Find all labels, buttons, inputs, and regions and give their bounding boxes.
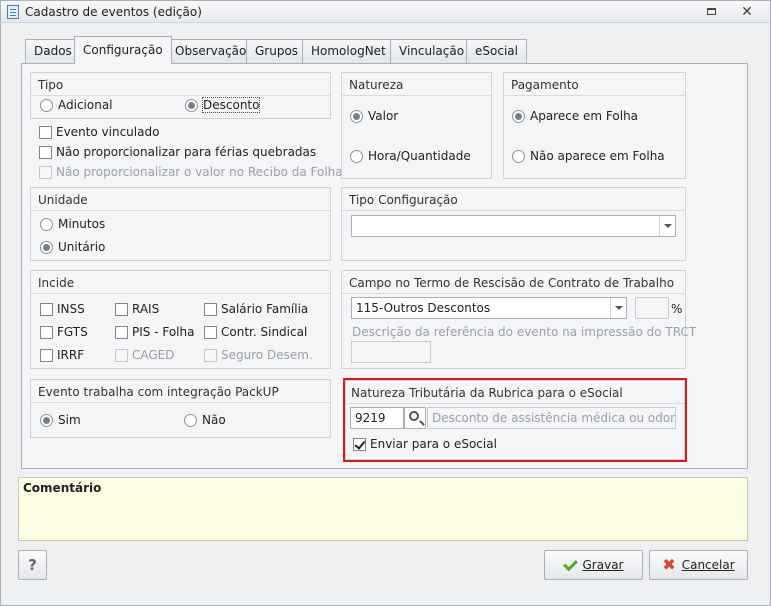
unidade-group: Unidade Minutos Unitário bbox=[30, 187, 331, 261]
checkbox-icon bbox=[115, 326, 128, 339]
natureza-group-title: Natureza bbox=[349, 78, 404, 92]
search-icon bbox=[409, 411, 419, 421]
tab-homolognet[interactable]: HomologNet bbox=[302, 39, 395, 63]
esocial-description-input[interactable]: Desconto de assistência médica ou odonto… bbox=[427, 407, 676, 429]
packup-group: Evento trabalha com integração PackUP Si… bbox=[30, 379, 331, 438]
pagamento-group-title: Pagamento bbox=[511, 78, 579, 92]
tipo-group: Tipo Adicional Desconto bbox=[30, 72, 331, 119]
incide-irrf-checkbox[interactable]: IRRF bbox=[40, 347, 84, 363]
restore-button[interactable] bbox=[702, 4, 720, 20]
cancel-icon: ✖ bbox=[662, 555, 676, 574]
checkbox-icon bbox=[204, 326, 217, 339]
tab-configuracao[interactable]: Configuração bbox=[74, 36, 172, 64]
tipo-configuracao-group: Tipo Configuração bbox=[341, 187, 686, 261]
incide-contr-sindical-checkbox[interactable]: Contr. Sindical bbox=[204, 324, 307, 340]
tipo-desconto-radio[interactable]: Desconto bbox=[185, 97, 261, 113]
tab-observacao[interactable]: Observação bbox=[166, 39, 256, 63]
incide-inss-checkbox[interactable]: INSS bbox=[40, 301, 85, 317]
percent-label: % bbox=[671, 302, 683, 316]
radio-selected-icon bbox=[350, 110, 363, 123]
packup-nao-radio[interactable]: Não bbox=[184, 412, 226, 428]
radio-selected-icon bbox=[512, 110, 525, 123]
incide-group: Incide INSS RAIS Salário Família FGTS PI… bbox=[30, 270, 331, 369]
trct-group-title: Campo no Termo de Rescisão de Contrato d… bbox=[349, 276, 675, 290]
tab-grupos[interactable]: Grupos bbox=[246, 39, 308, 63]
nao-proporcionalizar-ferias-checkbox[interactable]: Não proporcionalizar para férias quebrad… bbox=[39, 144, 316, 160]
restore-icon bbox=[706, 8, 716, 15]
chevron-down-icon[interactable] bbox=[659, 216, 675, 236]
trct-desc-label: Descrição da referência do evento na imp… bbox=[352, 325, 697, 339]
checkbox-icon bbox=[39, 126, 52, 139]
pagamento-group: Pagamento Aparece em Folha Não aparece e… bbox=[503, 72, 686, 179]
comment-area[interactable]: Comentário bbox=[18, 477, 748, 541]
tab-dados[interactable]: Dados bbox=[25, 39, 81, 63]
checkbox-icon bbox=[40, 326, 53, 339]
radio-selected-icon bbox=[40, 241, 53, 254]
tipo-group-title: Tipo bbox=[38, 78, 64, 92]
radio-selected-icon bbox=[40, 414, 53, 427]
radio-icon bbox=[350, 150, 363, 163]
help-button[interactable]: ? bbox=[18, 550, 47, 580]
incide-seguro-desem-checkbox[interactable]: Seguro Desem. bbox=[204, 347, 313, 363]
incide-caged-checkbox[interactable]: CAGED bbox=[115, 347, 175, 363]
radio-icon bbox=[40, 218, 53, 231]
pagamento-nao-aparece-radio[interactable]: Não aparece em Folha bbox=[512, 148, 665, 164]
checkbox-icon bbox=[39, 166, 52, 179]
trct-group: Campo no Termo de Rescisão de Contrato d… bbox=[341, 270, 696, 369]
natureza-group: Natureza Valor Hora/Quantidade bbox=[341, 72, 492, 179]
close-icon: ✕ bbox=[741, 4, 753, 20]
checkbox-icon bbox=[115, 349, 128, 362]
enviar-esocial-checkbox[interactable]: Enviar para o eSocial bbox=[353, 436, 497, 452]
comment-label: Comentário bbox=[23, 481, 102, 495]
tipo-configuracao-select[interactable] bbox=[351, 215, 676, 237]
chevron-down-icon[interactable] bbox=[610, 298, 626, 318]
check-icon bbox=[562, 556, 578, 572]
checkbox-icon bbox=[204, 349, 217, 362]
pagamento-aparece-radio[interactable]: Aparece em Folha bbox=[512, 108, 638, 124]
checkbox-checked-icon bbox=[353, 438, 366, 451]
trct-campo-select[interactable]: 115-Outros Descontos bbox=[351, 297, 627, 319]
radio-icon bbox=[512, 150, 525, 163]
radio-selected-icon bbox=[185, 99, 198, 112]
incide-salario-familia-checkbox[interactable]: Salário Família bbox=[204, 301, 308, 317]
incide-rais-checkbox[interactable]: RAIS bbox=[115, 301, 159, 317]
close-button[interactable]: ✕ bbox=[738, 4, 756, 20]
esocial-search-button[interactable] bbox=[404, 407, 426, 429]
evento-vinculado-checkbox[interactable]: Evento vinculado bbox=[39, 124, 159, 140]
checkbox-icon bbox=[115, 303, 128, 316]
esocial-group-title: Natureza Tributária da Rubrica para o eS… bbox=[351, 386, 623, 400]
checkbox-icon bbox=[40, 349, 53, 362]
nao-proporcionalizar-recibo-checkbox[interactable]: Não proporcionalizar o valor no Recibo d… bbox=[39, 164, 343, 180]
checkbox-icon bbox=[204, 303, 217, 316]
tipo-adicional-radio[interactable]: Adicional bbox=[40, 97, 113, 113]
tab-esocial[interactable]: eSocial bbox=[466, 39, 527, 63]
help-icon: ? bbox=[28, 556, 37, 574]
tipo-configuracao-title: Tipo Configuração bbox=[349, 193, 458, 207]
natureza-hora-radio[interactable]: Hora/Quantidade bbox=[350, 148, 471, 164]
tab-vinculacao[interactable]: Vinculação bbox=[390, 39, 474, 63]
packup-group-title: Evento trabalha com integração PackUP bbox=[38, 385, 279, 399]
trct-percent-input[interactable] bbox=[635, 297, 669, 319]
title-bar: Cadastro de eventos (edição) ✕ bbox=[1, 1, 770, 23]
incide-fgts-checkbox[interactable]: FGTS bbox=[40, 324, 88, 340]
radio-icon bbox=[184, 414, 197, 427]
radio-icon bbox=[40, 99, 53, 112]
document-icon bbox=[7, 5, 19, 19]
gravar-button[interactable]: Gravar bbox=[544, 550, 643, 580]
packup-sim-radio[interactable]: Sim bbox=[40, 412, 81, 428]
natureza-valor-radio[interactable]: Valor bbox=[350, 108, 398, 124]
dialog-window: Cadastro de eventos (edição) ✕ Dados Con… bbox=[0, 0, 771, 606]
window-title: Cadastro de eventos (edição) bbox=[25, 5, 202, 19]
trct-desc-input[interactable] bbox=[351, 341, 431, 363]
checkbox-icon bbox=[39, 146, 52, 159]
unidade-unitario-radio[interactable]: Unitário bbox=[40, 239, 105, 255]
checkbox-icon bbox=[40, 303, 53, 316]
incide-group-title: Incide bbox=[38, 276, 75, 290]
incide-pis-folha-checkbox[interactable]: PIS - Folha bbox=[115, 324, 194, 340]
cancelar-button[interactable]: ✖ Cancelar bbox=[649, 550, 748, 580]
unidade-minutos-radio[interactable]: Minutos bbox=[40, 216, 105, 232]
esocial-code-input[interactable]: 9219 bbox=[350, 407, 404, 429]
unidade-group-title: Unidade bbox=[38, 193, 88, 207]
esocial-natureza-group: Natureza Tributária da Rubrica para o eS… bbox=[345, 380, 685, 460]
